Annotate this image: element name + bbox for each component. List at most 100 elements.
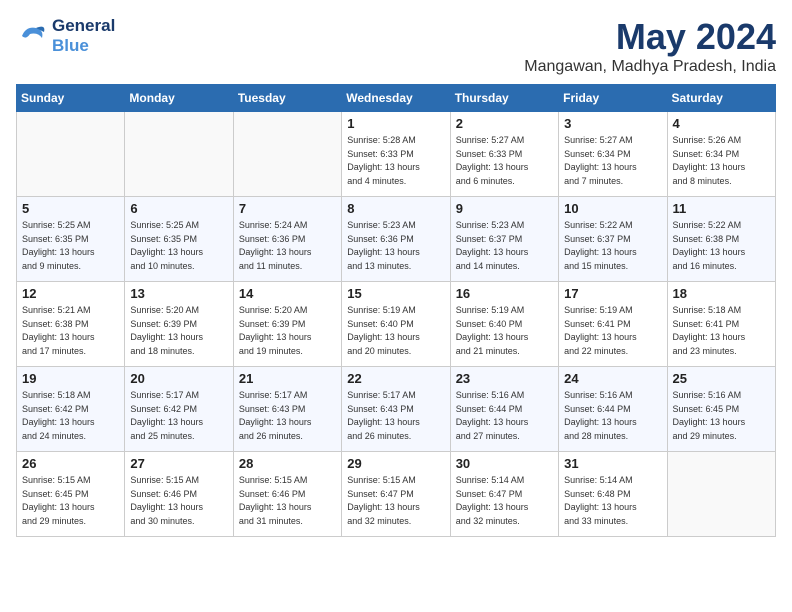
day-info: Sunrise: 5:19 AM Sunset: 6:41 PM Dayligh…	[564, 304, 661, 358]
calendar-cell: 15Sunrise: 5:19 AM Sunset: 6:40 PM Dayli…	[342, 282, 450, 367]
day-info: Sunrise: 5:28 AM Sunset: 6:33 PM Dayligh…	[347, 134, 444, 188]
calendar-cell: 5Sunrise: 5:25 AM Sunset: 6:35 PM Daylig…	[17, 197, 125, 282]
day-info: Sunrise: 5:20 AM Sunset: 6:39 PM Dayligh…	[130, 304, 227, 358]
calendar-cell: 29 Sunrise: 5:15 AM Sunset: 6:47 PM Dayli…	[342, 452, 450, 537]
weekday-header: Thursday	[450, 85, 558, 112]
day-info: Sunrise: 5:17 AM Sunset: 6:42 PM Dayligh…	[130, 389, 227, 443]
day-number: 21	[239, 371, 336, 386]
day-number: 28	[239, 456, 336, 471]
weekday-header: Wednesday	[342, 85, 450, 112]
day-number: 30	[456, 456, 553, 471]
day-number: 8	[347, 201, 444, 216]
calendar-week-row: 5Sunrise: 5:25 AM Sunset: 6:35 PM Daylig…	[17, 197, 776, 282]
day-number: 3	[564, 116, 661, 131]
day-info: Sunrise: 5:16 AM Sunset: 6:45 PM Dayligh…	[673, 389, 770, 443]
day-number: 14	[239, 286, 336, 301]
weekday-header: Monday	[125, 85, 233, 112]
weekday-header: Friday	[559, 85, 667, 112]
day-number: 24	[564, 371, 661, 386]
weekday-header: Saturday	[667, 85, 775, 112]
day-info: Sunrise: 5:23 AM Sunset: 6:37 PM Dayligh…	[456, 219, 553, 273]
calendar-cell	[233, 112, 341, 197]
day-info: Sunrise: 5:15 AM Sunset: 6:47 PM Dayligh…	[347, 474, 444, 528]
day-number: 31	[564, 456, 661, 471]
day-number: 17	[564, 286, 661, 301]
calendar-week-row: 1Sunrise: 5:28 AM Sunset: 6:33 PM Daylig…	[17, 112, 776, 197]
day-info: Sunrise: 5:14 AM Sunset: 6:48 PM Dayligh…	[564, 474, 661, 528]
calendar-cell: 2Sunrise: 5:27 AM Sunset: 6:33 PM Daylig…	[450, 112, 558, 197]
calendar-cell: 27 Sunrise: 5:15 AM Sunset: 6:46 PM Dayli…	[125, 452, 233, 537]
day-info: Sunrise: 5:18 AM Sunset: 6:41 PM Dayligh…	[673, 304, 770, 358]
calendar-cell: 25 Sunrise: 5:16 AM Sunset: 6:45 PM Dayli…	[667, 367, 775, 452]
calendar-cell	[125, 112, 233, 197]
day-info: Sunrise: 5:21 AM Sunset: 6:38 PM Dayligh…	[22, 304, 119, 358]
calendar-cell: 7Sunrise: 5:24 AM Sunset: 6:36 PM Daylig…	[233, 197, 341, 282]
calendar-cell: 23 Sunrise: 5:16 AM Sunset: 6:44 PM Dayli…	[450, 367, 558, 452]
day-info: Sunrise: 5:22 AM Sunset: 6:38 PM Dayligh…	[673, 219, 770, 273]
day-number: 29	[347, 456, 444, 471]
day-info: Sunrise: 5:15 AM Sunset: 6:46 PM Dayligh…	[239, 474, 336, 528]
day-number: 9	[456, 201, 553, 216]
calendar-week-row: 12 Sunrise: 5:21 AM Sunset: 6:38 PM Dayli…	[17, 282, 776, 367]
calendar-week-row: 26Sunrise: 5:15 AM Sunset: 6:45 PM Dayli…	[17, 452, 776, 537]
calendar-body: 1Sunrise: 5:28 AM Sunset: 6:33 PM Daylig…	[17, 112, 776, 537]
calendar-cell: 11Sunrise: 5:22 AM Sunset: 6:38 PM Dayli…	[667, 197, 775, 282]
day-info: Sunrise: 5:14 AM Sunset: 6:47 PM Dayligh…	[456, 474, 553, 528]
day-number: 22	[347, 371, 444, 386]
calendar-table: SundayMondayTuesdayWednesdayThursdayFrid…	[16, 84, 776, 537]
calendar-cell: 18 Sunrise: 5:18 AM Sunset: 6:41 PM Dayli…	[667, 282, 775, 367]
day-number: 26	[22, 456, 119, 471]
day-info: Sunrise: 5:26 AM Sunset: 6:34 PM Dayligh…	[673, 134, 770, 188]
day-info: Sunrise: 5:25 AM Sunset: 6:35 PM Dayligh…	[22, 219, 119, 273]
calendar-header: SundayMondayTuesdayWednesdayThursdayFrid…	[17, 85, 776, 112]
day-info: Sunrise: 5:19 AM Sunset: 6:40 PM Dayligh…	[456, 304, 553, 358]
day-number: 20	[130, 371, 227, 386]
calendar-cell: 6Sunrise: 5:25 AM Sunset: 6:35 PM Daylig…	[125, 197, 233, 282]
month-title: May 2024	[524, 16, 776, 58]
logo-text: General Blue	[52, 16, 115, 57]
calendar-cell: 3 Sunrise: 5:27 AM Sunset: 6:34 PM Daylig…	[559, 112, 667, 197]
calendar-cell: 31 Sunrise: 5:14 AM Sunset: 6:48 PM Dayli…	[559, 452, 667, 537]
day-number: 19	[22, 371, 119, 386]
calendar-cell: 1Sunrise: 5:28 AM Sunset: 6:33 PM Daylig…	[342, 112, 450, 197]
day-info: Sunrise: 5:18 AM Sunset: 6:42 PM Dayligh…	[22, 389, 119, 443]
calendar-cell: 24 Sunrise: 5:16 AM Sunset: 6:44 PM Dayli…	[559, 367, 667, 452]
weekday-header: Sunday	[17, 85, 125, 112]
day-info: Sunrise: 5:17 AM Sunset: 6:43 PM Dayligh…	[347, 389, 444, 443]
day-info: Sunrise: 5:22 AM Sunset: 6:37 PM Dayligh…	[564, 219, 661, 273]
day-info: Sunrise: 5:23 AM Sunset: 6:36 PM Dayligh…	[347, 219, 444, 273]
day-number: 12	[22, 286, 119, 301]
weekday-row: SundayMondayTuesdayWednesdayThursdayFrid…	[17, 85, 776, 112]
calendar-cell	[667, 452, 775, 537]
day-info: Sunrise: 5:15 AM Sunset: 6:46 PM Dayligh…	[130, 474, 227, 528]
day-number: 15	[347, 286, 444, 301]
day-number: 10	[564, 201, 661, 216]
day-info: Sunrise: 5:17 AM Sunset: 6:43 PM Dayligh…	[239, 389, 336, 443]
calendar-cell: 28 Sunrise: 5:15 AM Sunset: 6:46 PM Dayli…	[233, 452, 341, 537]
day-info: Sunrise: 5:16 AM Sunset: 6:44 PM Dayligh…	[564, 389, 661, 443]
calendar-cell: 10 Sunrise: 5:22 AM Sunset: 6:37 PM Dayli…	[559, 197, 667, 282]
title-block: May 2024 Mangawan, Madhya Pradesh, India	[524, 16, 776, 76]
calendar-cell: 16Sunrise: 5:19 AM Sunset: 6:40 PM Dayli…	[450, 282, 558, 367]
day-number: 23	[456, 371, 553, 386]
day-number: 27	[130, 456, 227, 471]
page-header: General Blue May 2024 Mangawan, Madhya P…	[16, 16, 776, 76]
logo-bird-icon	[16, 22, 48, 50]
calendar-cell: 26Sunrise: 5:15 AM Sunset: 6:45 PM Dayli…	[17, 452, 125, 537]
calendar-week-row: 19 Sunrise: 5:18 AM Sunset: 6:42 PM Dayli…	[17, 367, 776, 452]
calendar-cell: 9 Sunrise: 5:23 AM Sunset: 6:37 PM Daylig…	[450, 197, 558, 282]
calendar-cell	[17, 112, 125, 197]
day-number: 18	[673, 286, 770, 301]
calendar-cell: 8 Sunrise: 5:23 AM Sunset: 6:36 PM Daylig…	[342, 197, 450, 282]
day-info: Sunrise: 5:27 AM Sunset: 6:34 PM Dayligh…	[564, 134, 661, 188]
day-info: Sunrise: 5:16 AM Sunset: 6:44 PM Dayligh…	[456, 389, 553, 443]
day-number: 6	[130, 201, 227, 216]
calendar-cell: 14 Sunrise: 5:20 AM Sunset: 6:39 PM Dayli…	[233, 282, 341, 367]
day-info: Sunrise: 5:27 AM Sunset: 6:33 PM Dayligh…	[456, 134, 553, 188]
calendar-cell: 30 Sunrise: 5:14 AM Sunset: 6:47 PM Dayli…	[450, 452, 558, 537]
calendar-cell: 20 Sunrise: 5:17 AM Sunset: 6:42 PM Dayli…	[125, 367, 233, 452]
day-info: Sunrise: 5:24 AM Sunset: 6:36 PM Dayligh…	[239, 219, 336, 273]
calendar-cell: 12 Sunrise: 5:21 AM Sunset: 6:38 PM Dayli…	[17, 282, 125, 367]
day-number: 25	[673, 371, 770, 386]
day-info: Sunrise: 5:20 AM Sunset: 6:39 PM Dayligh…	[239, 304, 336, 358]
